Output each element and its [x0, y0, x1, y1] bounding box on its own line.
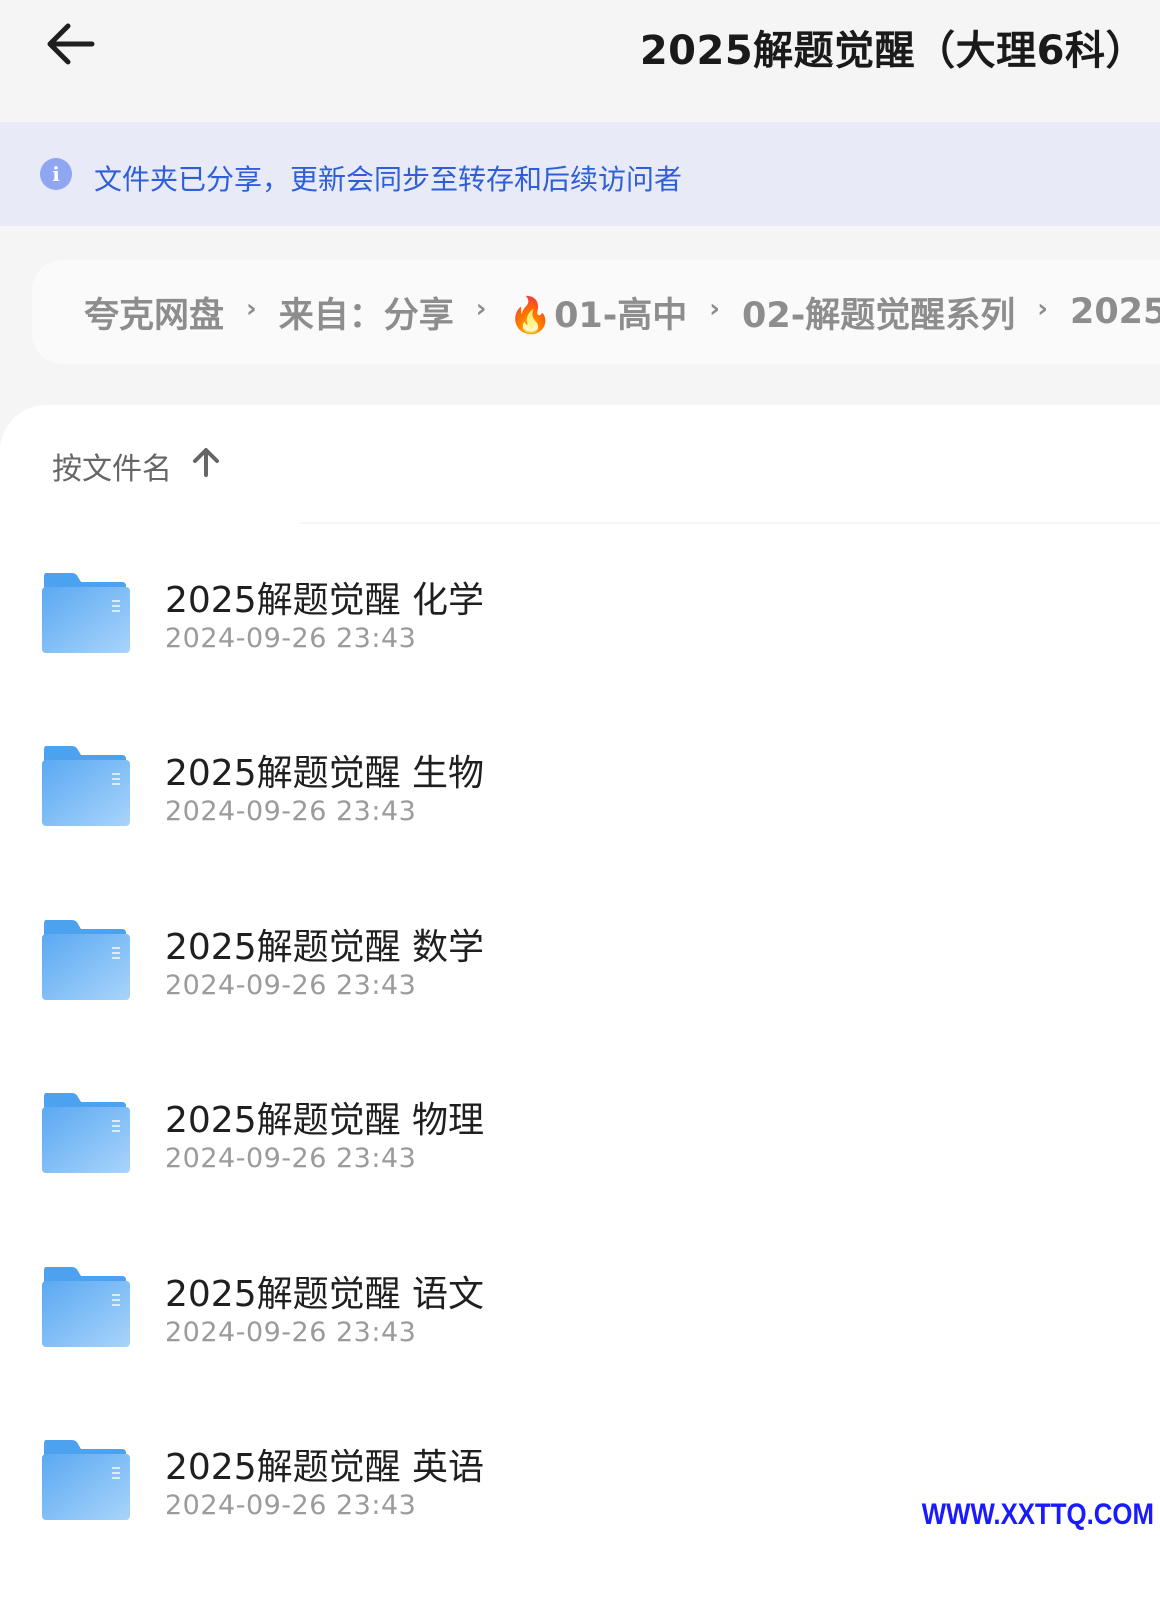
breadcrumb: 夸克网盘 › 来自：分享 › 🔥01-高中 › 02-解题觉醒系列 › 2025 [32, 260, 1160, 364]
file-list-item[interactable]: 2025解题觉醒 语文 2024-09-26 23:43 [0, 1267, 1160, 1417]
file-date: 2024-09-26 23:43 [165, 623, 417, 654]
chevron-right-icon: › [1037, 294, 1048, 324]
file-date: 2024-09-26 23:43 [165, 796, 417, 827]
file-name: 2025解题觉醒 英语 [165, 1447, 485, 1488]
file-list-item[interactable]: 2025解题觉醒 化学 2024-09-26 23:43 [0, 573, 1160, 723]
breadcrumb-item-series[interactable]: 02-解题觉醒系列 [742, 287, 1015, 338]
arrow-up-icon [192, 447, 220, 485]
back-button[interactable] [34, 14, 106, 74]
file-date: 2024-09-26 23:43 [165, 1143, 417, 1174]
breadcrumb-item-share[interactable]: 来自：分享 [279, 287, 454, 338]
file-name: 2025解题觉醒 数学 [165, 927, 485, 968]
file-list-item[interactable]: 2025解题觉醒 数学 2024-09-26 23:43 [0, 920, 1160, 1070]
file-list-item[interactable]: 2025解题觉醒 生物 2024-09-26 23:43 [0, 746, 1160, 896]
share-notice-text: 文件夹已分享，更新会同步至转存和后续访问者 [94, 163, 683, 196]
sort-label: 按文件名 [52, 452, 172, 487]
folder-icon [42, 1093, 130, 1173]
file-name: 2025解题觉醒 语文 [165, 1274, 485, 1315]
breadcrumb-item-root[interactable]: 夸克网盘 [84, 287, 224, 338]
divider [300, 522, 1160, 524]
folder-icon [42, 1440, 130, 1520]
breadcrumb-item-highschool[interactable]: 🔥01-高中 [508, 287, 687, 338]
chevron-right-icon: › [246, 294, 257, 324]
file-date: 2024-09-26 23:43 [165, 1490, 417, 1521]
info-icon: i [40, 158, 72, 190]
folder-icon [42, 920, 130, 1000]
header-bar: 2025解题觉醒（大理6科） [0, 0, 1160, 122]
folder-icon [42, 573, 130, 653]
watermark: WWW.XXTTQ.COM [921, 1498, 1154, 1531]
breadcrumb-item-current[interactable]: 2025 [1070, 292, 1160, 332]
chevron-right-icon: › [475, 294, 487, 324]
sort-by-name-button[interactable]: 按文件名 [52, 446, 220, 487]
arrow-left-icon [47, 23, 95, 65]
file-name: 2025解题觉醒 物理 [165, 1100, 485, 1141]
breadcrumb-item-label: 01-高中 [554, 295, 688, 336]
page-title: 2025解题觉醒（大理6科） [639, 28, 1146, 74]
file-date: 2024-09-26 23:43 [165, 970, 417, 1001]
file-list-item[interactable]: 2025解题觉醒 物理 2024-09-26 23:43 [0, 1093, 1160, 1243]
file-name: 2025解题觉醒 化学 [165, 580, 485, 621]
file-date: 2024-09-26 23:43 [165, 1317, 417, 1348]
file-name: 2025解题觉醒 生物 [165, 753, 485, 794]
folder-icon [42, 746, 130, 826]
chevron-right-icon: › [709, 294, 721, 324]
folder-icon [42, 1267, 130, 1347]
flame-icon: 🔥 [508, 295, 553, 336]
